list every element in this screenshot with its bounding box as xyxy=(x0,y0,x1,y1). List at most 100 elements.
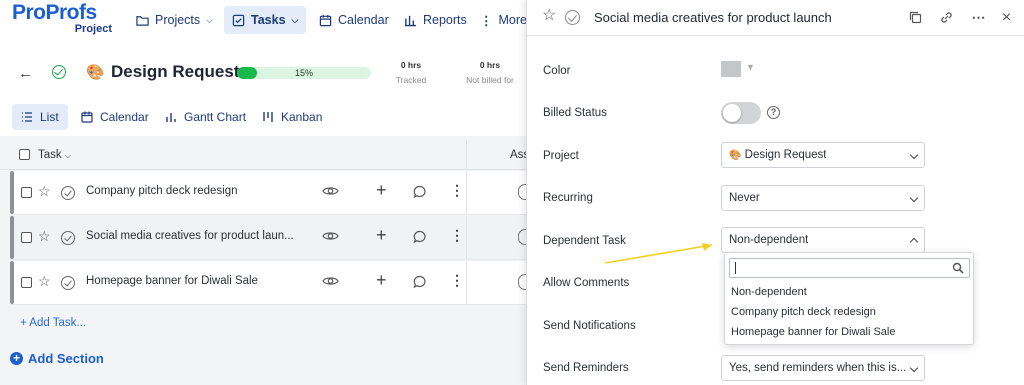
nav-more-label: More xyxy=(498,13,527,27)
star-icon[interactable]: ☆ xyxy=(542,8,556,24)
tab-gantt-chart[interactable]: Gantt Chart xyxy=(156,104,255,130)
kebab-icon[interactable]: ⋮ xyxy=(450,183,464,197)
add-section-label: Add Section xyxy=(28,351,104,366)
view-tabs: List Calendar Gantt Chart Kanban xyxy=(0,100,526,136)
complete-check-icon[interactable] xyxy=(61,186,75,200)
complete-check-icon[interactable] xyxy=(565,10,580,25)
dropdown-search-input[interactable] xyxy=(729,258,970,278)
annotation-arrow xyxy=(604,243,713,264)
dropdown-option[interactable]: Non-dependent xyxy=(731,286,807,298)
tracked-stat: 0 hrs Tracked xyxy=(386,60,436,85)
duplicate-icon[interactable] xyxy=(908,10,923,25)
row-drag-handle[interactable] xyxy=(10,261,14,304)
add-task-link[interactable]: + Add Task... xyxy=(20,317,86,329)
tab-list[interactable]: List xyxy=(12,104,68,130)
help-icon[interactable]: ? xyxy=(767,106,780,119)
nav-projects[interactable]: Projects ⌵ xyxy=(128,6,221,34)
nav-projects-label: Projects xyxy=(155,13,201,27)
select-all-checkbox[interactable] xyxy=(19,149,30,160)
task-name[interactable]: Company pitch deck redesign xyxy=(86,185,238,197)
complete-check-icon[interactable] xyxy=(52,65,66,79)
color-swatch[interactable] xyxy=(721,61,741,77)
link-icon[interactable] xyxy=(939,10,954,25)
list-icon xyxy=(22,112,32,122)
add-subtask-icon[interactable]: + xyxy=(376,271,387,289)
row-checkbox[interactable] xyxy=(21,232,32,243)
add-section-button[interactable]: + Add Section xyxy=(10,351,104,366)
comment-icon[interactable] xyxy=(413,275,427,289)
logo-product: Project xyxy=(74,23,112,35)
table-row[interactable]: ☆ Homepage banner for Diwali Sale + ⋮ xyxy=(10,261,532,305)
column-divider xyxy=(466,171,467,214)
send-reminders-label: Send Reminders xyxy=(543,362,629,374)
add-subtask-icon[interactable]: + xyxy=(376,226,387,244)
star-icon[interactable]: ☆ xyxy=(38,229,51,243)
task-name[interactable]: Social media creatives for product laun.… xyxy=(86,230,294,242)
nav-tasks[interactable]: Tasks ⌵ xyxy=(224,6,307,34)
comment-icon[interactable] xyxy=(413,185,427,199)
tab-kanban[interactable]: Kanban xyxy=(253,104,331,130)
row-checkbox[interactable] xyxy=(21,187,32,198)
tab-calendar[interactable]: Calendar xyxy=(72,104,158,130)
kebab-icon[interactable]: ⋮ xyxy=(450,228,464,242)
kebab-icon[interactable]: ⋮ xyxy=(450,273,464,287)
dropdown-option[interactable]: Company pitch deck redesign xyxy=(731,306,876,318)
project-select[interactable]: 🎨 Design Request xyxy=(721,142,925,168)
task-column-header[interactable]: Task ⌵ xyxy=(38,149,71,161)
star-icon[interactable]: ☆ xyxy=(38,184,51,198)
task-detail-panel: ☆ Social media creatives for product lau… xyxy=(526,0,1024,385)
tracked-value: 0 hrs xyxy=(400,60,422,70)
proprofs-logo[interactable]: ProProfs Project xyxy=(12,1,112,37)
panel-header: ☆ Social media creatives for product lau… xyxy=(527,0,1024,36)
nav-calendar[interactable]: Calendar xyxy=(311,6,397,34)
add-subtask-icon[interactable]: + xyxy=(376,181,387,199)
eye-icon[interactable] xyxy=(322,275,339,287)
star-icon[interactable]: ☆ xyxy=(38,274,51,288)
panel-task-title[interactable]: Social media creatives for product launc… xyxy=(594,10,832,25)
not-billed-value: 0 hrs xyxy=(479,60,501,70)
row-drag-handle[interactable] xyxy=(10,171,14,214)
complete-check-icon[interactable] xyxy=(61,231,75,245)
project-emoji: 🎨 xyxy=(86,64,105,81)
dependent-task-select[interactable]: Non-dependent xyxy=(721,227,925,253)
back-arrow-icon[interactable]: ← xyxy=(18,65,33,82)
eye-icon[interactable] xyxy=(322,230,339,242)
dependent-task-dropdown: Non-dependent Company pitch deck redesig… xyxy=(724,252,974,345)
dependent-task-select-value: Non-dependent xyxy=(729,234,809,246)
nav-reports[interactable]: Reports xyxy=(396,6,475,34)
task-name[interactable]: Homepage banner for Diwali Sale xyxy=(86,275,258,287)
search-icon xyxy=(952,262,964,274)
task-header-label: Task xyxy=(38,149,62,161)
caret-down-icon[interactable]: ▼ xyxy=(746,62,755,72)
project-title: Design Request xyxy=(111,62,240,81)
row-drag-handle[interactable] xyxy=(10,216,14,259)
close-icon[interactable]: × xyxy=(999,10,1014,26)
row-checkbox[interactable] xyxy=(21,277,32,288)
column-divider xyxy=(466,140,467,170)
column-divider xyxy=(466,261,467,304)
folder-icon xyxy=(136,15,149,26)
table-header: Task ⌵ Ass xyxy=(0,140,529,170)
billed-status-toggle[interactable] xyxy=(721,102,761,124)
tab-gantt-label: Gantt Chart xyxy=(184,110,247,124)
complete-check-icon[interactable] xyxy=(61,276,75,290)
plus-circle-icon: + xyxy=(10,352,23,365)
chevron-down-icon: ⌵ xyxy=(291,14,299,25)
dropdown-option[interactable]: Homepage banner for Diwali Sale xyxy=(731,326,895,338)
not-billed-stat: 0 hrs Not billed for xyxy=(462,60,518,85)
calendar-icon xyxy=(81,111,93,123)
recurring-select[interactable]: Never xyxy=(721,185,925,211)
more-horizontal-icon[interactable]: ⋯ xyxy=(971,10,986,25)
toggle-knob xyxy=(723,104,741,122)
chevron-down-icon: ⌵ xyxy=(206,14,213,25)
send-reminders-select[interactable]: Yes, send reminders when this is... xyxy=(721,355,925,381)
table-row[interactable]: ☆ Company pitch deck redesign + ⋮ xyxy=(10,171,532,215)
logo-brand: ProProfs xyxy=(12,1,97,24)
project-select-value: Design Request xyxy=(744,149,827,161)
kanban-icon xyxy=(263,112,273,122)
eye-icon[interactable] xyxy=(322,185,339,197)
comment-icon[interactable] xyxy=(413,230,427,244)
project-label: Project xyxy=(543,150,579,162)
nav-tasks-label: Tasks xyxy=(251,13,286,27)
table-row[interactable]: ☆ Social media creatives for product lau… xyxy=(10,216,532,260)
